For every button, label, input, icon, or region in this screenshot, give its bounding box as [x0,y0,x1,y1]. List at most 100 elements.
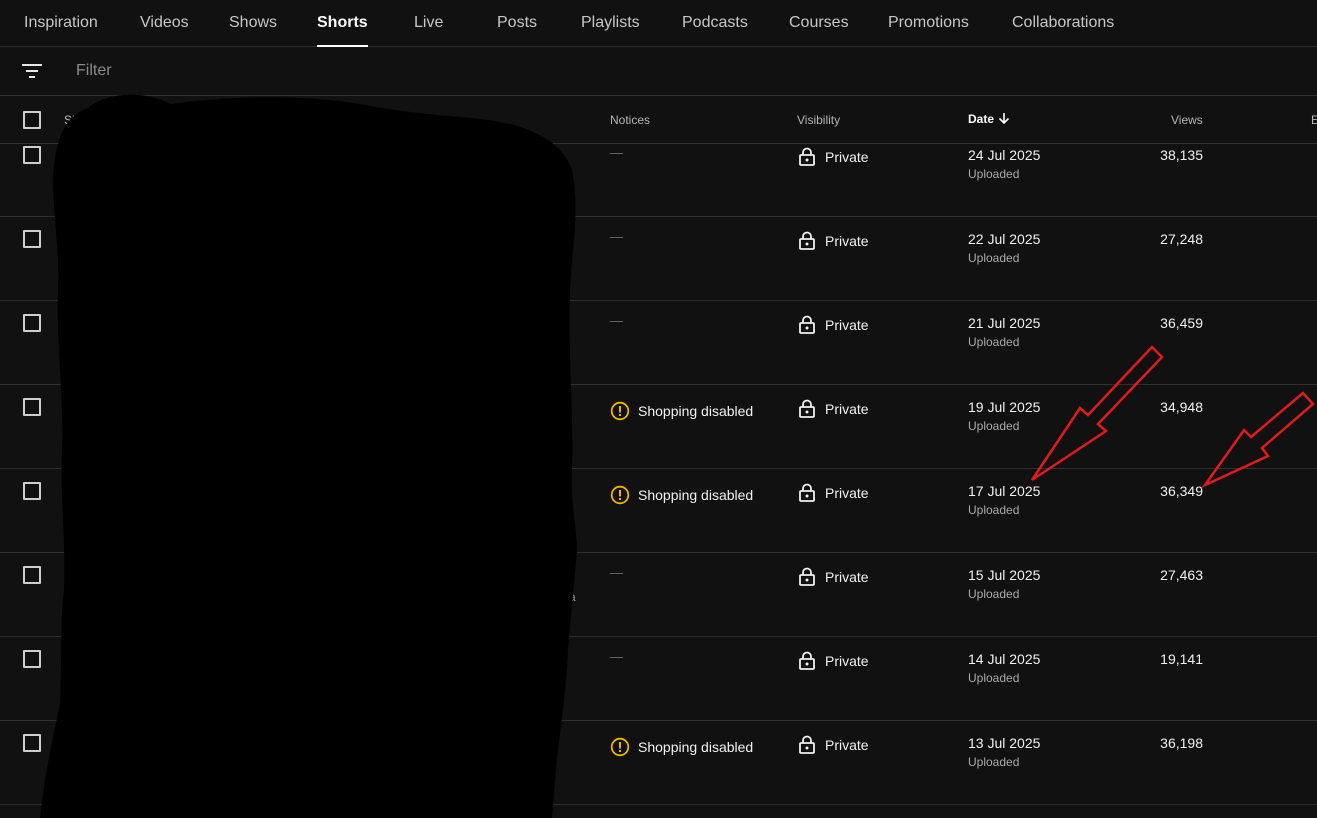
content-tabs: Inspiration Videos Shows Shorts Live Pos… [0,0,1317,47]
visibility-text: Private [825,233,869,249]
notice-text: Shopping disabled [638,487,754,503]
date-status: Uploaded [968,503,1020,517]
select-all-checkbox[interactable] [23,111,41,129]
filter-bar [0,47,1317,96]
tab-shows[interactable]: Shows [229,0,277,47]
notice-empty: — [610,313,623,328]
row-checkbox[interactable] [23,650,41,668]
table-row[interactable]: — Private 14 Jul 2025 Uploaded 19,141 [0,637,1317,721]
date-cell: 24 Jul 2025 Uploaded [968,146,1040,181]
arrow-down-icon [998,113,1010,125]
notice-cell[interactable]: Shopping disabled [610,485,753,505]
views-cell: 36,198 [1160,735,1203,751]
date-cell: 21 Jul 2025 Uploaded [968,314,1040,349]
date-text: 22 Jul 2025 [968,231,1041,247]
lock-icon [799,483,815,502]
notice-text: Shopping disabled [638,739,754,755]
visibility-cell[interactable]: Private [798,399,869,419]
lock-icon [799,651,815,670]
views-cell: 19,141 [1160,651,1203,667]
notice-cell[interactable]: Shopping disabled [610,401,753,421]
table-row[interactable]: — Private 15 Jul 2025 Uploaded 27,463 [0,553,1317,637]
warning-icon [610,401,630,421]
visibility-cell[interactable]: Private [798,315,869,335]
row-checkbox[interactable] [23,314,41,332]
visibility-cell[interactable]: Private [798,735,869,755]
tab-shorts[interactable]: Shorts [317,0,368,47]
header-visibility[interactable]: Visibility [797,113,840,127]
visibility-cell[interactable]: Private [798,651,869,671]
tab-playlists[interactable]: Playlists [581,0,640,47]
header-date[interactable]: Date [968,112,1010,126]
date-cell: 13 Jul 2025 Uploaded [968,734,1040,769]
visibility-text: Private [825,653,869,669]
row-checkbox[interactable] [23,566,41,584]
date-cell: 17 Jul 2025 Uploaded [968,482,1040,517]
header-views[interactable]: Views [1171,113,1203,127]
filter-lines-icon[interactable] [21,62,43,80]
header-extra[interactable]: E [1311,113,1317,127]
date-status: Uploaded [968,671,1020,685]
lock-icon [799,735,815,754]
notice-cell[interactable]: Shopping disabled [610,737,753,757]
date-status: Uploaded [968,419,1020,433]
shorts-table-body: — Private 24 Jul 2025 Uploaded 38,135 — Privat… [0,144,1317,805]
visibility-cell[interactable]: Private [798,147,869,167]
views-cell: 27,248 [1160,231,1203,247]
tab-posts[interactable]: Posts [497,0,537,47]
visibility-cell[interactable]: Private [798,567,869,587]
notice-empty: — [610,565,623,580]
views-cell: 27,463 [1160,567,1203,583]
notice-empty: — [610,649,623,664]
visibility-text: Private [825,485,869,501]
date-cell: 19 Jul 2025 Uploaded [968,398,1040,433]
visibility-text: Private [825,149,869,165]
table-row[interactable]: Shopping disabled Private 13 Jul 2025 Uploa… [0,721,1317,805]
header-short[interactable]: Sh [64,113,79,127]
date-status: Uploaded [968,335,1020,349]
date-cell: 15 Jul 2025 Uploaded [968,566,1040,601]
tab-podcasts[interactable]: Podcasts [682,0,748,47]
filter-input[interactable] [76,59,576,83]
header-date-label: Date [968,112,995,126]
visibility-text: Private [825,401,869,417]
table-row[interactable]: — Private 21 Jul 2025 Uploaded 36,459 [0,301,1317,385]
views-cell: 38,135 [1160,147,1203,163]
views-cell: 34,948 [1160,399,1203,415]
warning-icon [610,485,630,505]
tab-inspiration[interactable]: Inspiration [24,0,98,47]
table-row[interactable]: — Private 22 Jul 2025 Uploaded 27,248 [0,217,1317,301]
date-cell: 14 Jul 2025 Uploaded [968,650,1040,685]
table-row[interactable]: — Private 24 Jul 2025 Uploaded 38,135 [0,144,1317,217]
tab-courses[interactable]: Courses [789,0,849,47]
studio-content-page: Inspiration Videos Shows Shorts Live Pos… [0,0,1317,818]
header-notices[interactable]: Notices [610,113,650,127]
lock-icon [799,231,815,250]
date-cell: 22 Jul 2025 Uploaded [968,230,1040,265]
views-cell: 36,459 [1160,315,1203,331]
date-status: Uploaded [968,167,1020,181]
tab-live[interactable]: Live [414,0,443,47]
table-row[interactable]: Shopping disabled Private 19 Jul 2025 Uploa… [0,385,1317,469]
date-text: 17 Jul 2025 [968,483,1041,499]
date-text: 14 Jul 2025 [968,651,1041,667]
row-checkbox[interactable] [23,146,41,164]
table-row[interactable]: Shopping disabled Private 17 Jul 2025 Uploa… [0,469,1317,553]
row-checkbox[interactable] [23,482,41,500]
visibility-cell[interactable]: Private [798,483,869,503]
tab-collaborations[interactable]: Collaborations [1012,0,1114,47]
visibility-text: Private [825,317,869,333]
visibility-cell[interactable]: Private [798,231,869,251]
row-checkbox[interactable] [23,230,41,248]
row-checkbox[interactable] [23,734,41,752]
tab-promotions[interactable]: Promotions [888,0,969,47]
lock-icon [799,315,815,334]
tab-videos[interactable]: Videos [140,0,189,47]
date-text: 21 Jul 2025 [968,315,1041,331]
row-checkbox[interactable] [23,398,41,416]
lock-icon [799,567,815,586]
warning-icon [610,737,630,757]
notice-empty: — [610,229,623,244]
date-text: 13 Jul 2025 [968,735,1041,751]
date-text: 24 Jul 2025 [968,147,1041,163]
